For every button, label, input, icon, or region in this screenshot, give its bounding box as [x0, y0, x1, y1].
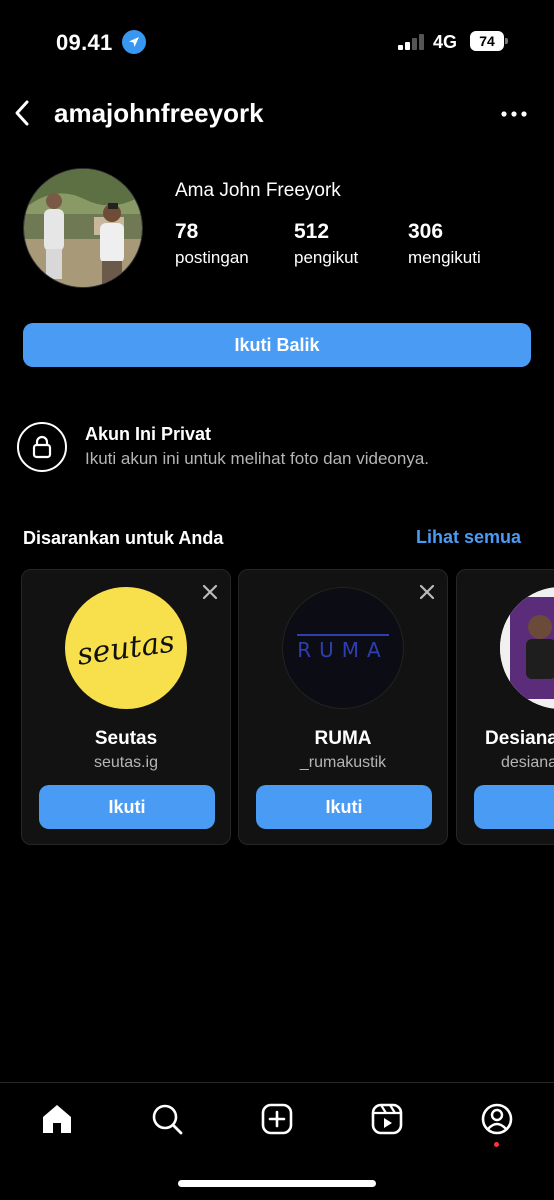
- stat-posts-label: postingan: [175, 248, 249, 267]
- cellular-signal-icon: [398, 34, 424, 50]
- home-indicator: [178, 1180, 376, 1187]
- search-icon[interactable]: [150, 1102, 184, 1136]
- battery-icon: 74: [470, 31, 508, 51]
- home-icon[interactable]: [40, 1102, 74, 1136]
- suggestion-handle: desiana: [501, 754, 554, 771]
- back-chevron-icon[interactable]: [12, 98, 32, 128]
- follow-button[interactable]: Ikuti: [39, 785, 215, 829]
- suggestion-handle: seutas.ig: [93, 754, 159, 771]
- private-account-subtitle: Ikuti akun ini untuk melihat foto dan vi…: [85, 449, 429, 468]
- suggestion-card-seutas[interactable]: seutas Seutas seutas.ig Ikuti: [21, 569, 231, 845]
- stat-following-count: 306: [408, 220, 444, 243]
- suggestion-name: Seutas: [94, 728, 158, 749]
- desiana-avatar[interactable]: [500, 587, 554, 709]
- status-time: 09.41: [56, 30, 113, 55]
- notification-dot: [494, 1142, 499, 1147]
- dismiss-close-icon[interactable]: [200, 582, 220, 602]
- location-arrow-icon: [122, 30, 146, 54]
- reels-icon[interactable]: [370, 1102, 404, 1136]
- stat-following[interactable]: 306 mengikuti: [408, 220, 481, 268]
- ruma-avatar[interactable]: RUMA: [282, 587, 404, 709]
- suggestions-title: Disarankan untuk Anda: [23, 528, 224, 548]
- follow-button[interactable]: Ik: [474, 785, 554, 829]
- seutas-avatar[interactable]: seutas: [65, 587, 187, 709]
- stat-posts[interactable]: 78 postingan: [175, 220, 249, 268]
- more-options-icon[interactable]: [498, 102, 530, 126]
- suggestion-name: RUMA: [314, 728, 372, 749]
- suggestion-handle: _rumakustik: [299, 754, 387, 771]
- profile-header: amajohnfreeyork: [0, 92, 554, 136]
- battery-level: 74: [470, 31, 504, 51]
- stat-followers-count: 512: [294, 220, 330, 243]
- profile-avatar[interactable]: [23, 168, 143, 288]
- follow-back-button[interactable]: Ikuti Balik: [23, 323, 531, 367]
- lock-icon: [17, 422, 67, 472]
- suggestion-card-ruma[interactable]: RUMA RUMA _rumakustik Ikuti: [238, 569, 448, 845]
- create-icon[interactable]: [260, 1102, 294, 1136]
- stat-followers[interactable]: 512 pengikut: [294, 220, 358, 268]
- follow-button[interactable]: Ikuti: [256, 785, 432, 829]
- profile-display-name: Ama John Freeyork: [175, 180, 341, 201]
- stat-following-label: mengikuti: [408, 248, 481, 267]
- profile-username: amajohnfreeyork: [54, 98, 264, 128]
- stat-posts-count: 78: [175, 220, 199, 243]
- ruma-logo-text: RUMA: [297, 634, 389, 662]
- dismiss-close-icon[interactable]: [417, 582, 437, 602]
- see-all-link[interactable]: Lihat semua: [416, 527, 521, 548]
- private-account-title: Akun Ini Privat: [85, 424, 212, 444]
- stat-followers-label: pengikut: [294, 248, 359, 267]
- seutas-logo-text: seutas: [75, 623, 177, 673]
- suggestion-card-desiana[interactable]: Desiana desiana Ik: [456, 569, 554, 845]
- suggestion-name: Desiana: [485, 728, 554, 749]
- profile-icon[interactable]: [480, 1102, 514, 1136]
- network-type: 4G: [433, 32, 458, 52]
- status-bar: 09.41 4G 74: [0, 0, 554, 80]
